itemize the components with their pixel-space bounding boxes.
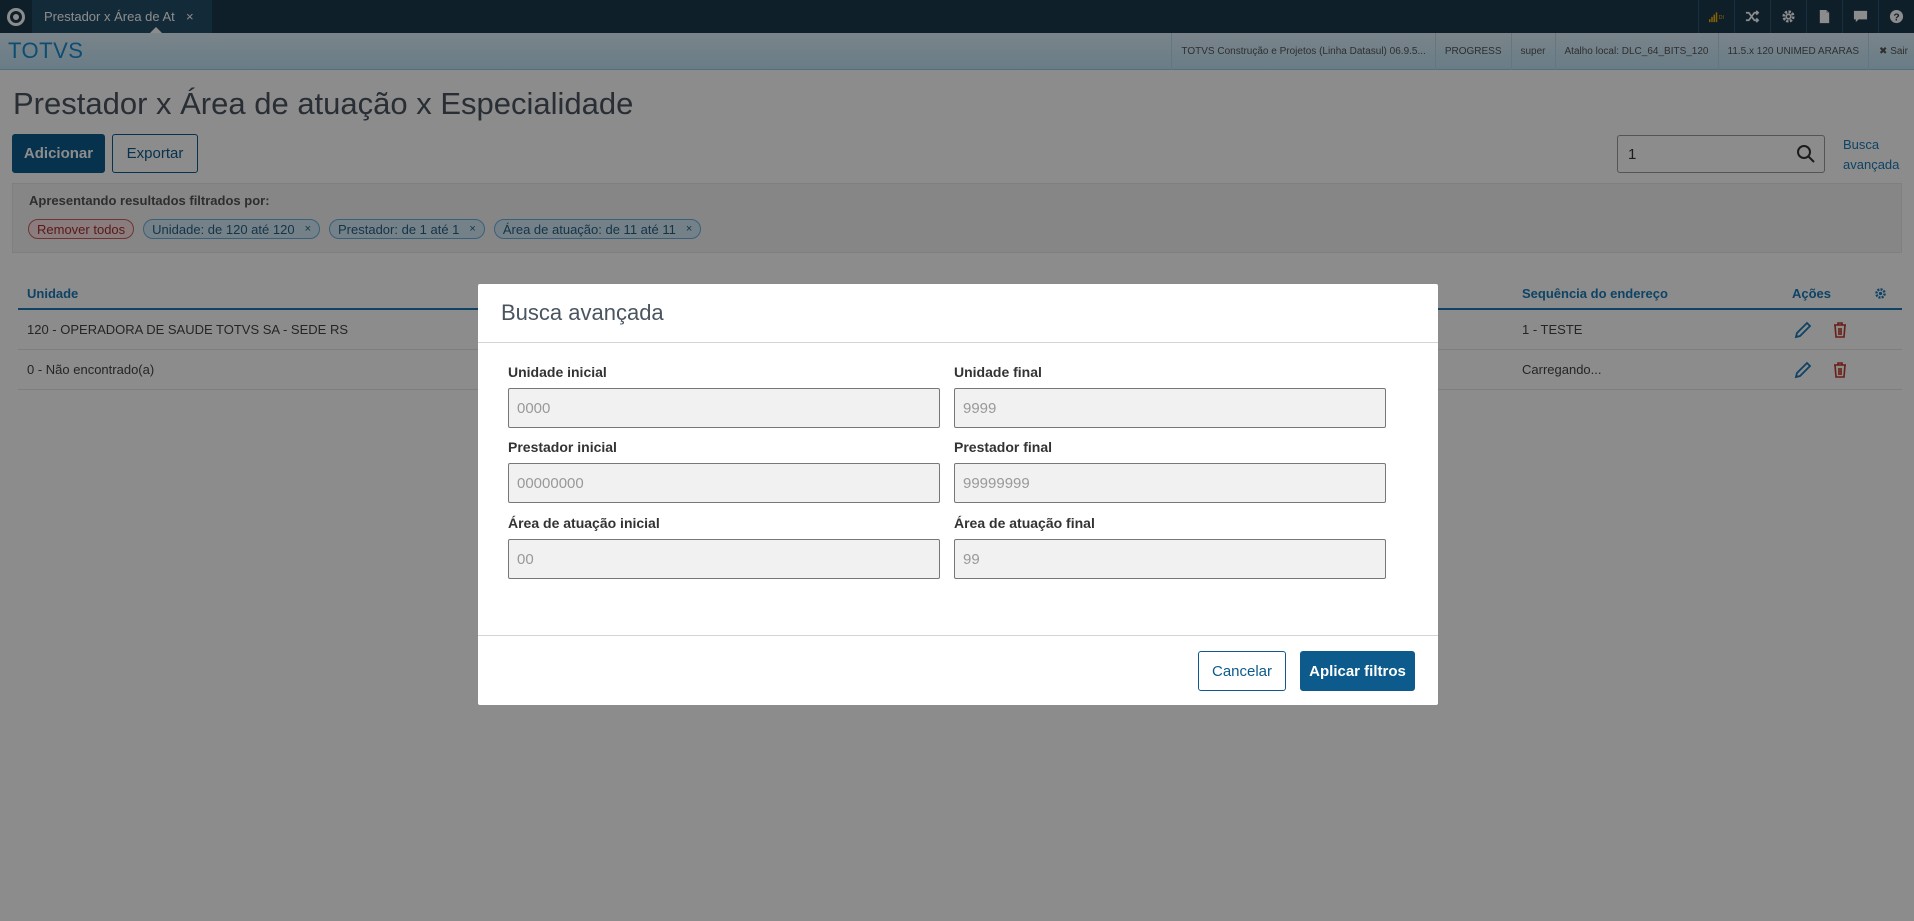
unidade-inicial-label: Unidade inicial xyxy=(508,364,607,380)
cancel-button[interactable]: Cancelar xyxy=(1198,651,1286,691)
area-inicial-label: Área de atuação inicial xyxy=(508,515,660,531)
unidade-final-field[interactable] xyxy=(954,388,1386,428)
unidade-inicial-field[interactable] xyxy=(508,388,940,428)
area-final-group: Área de atuação final xyxy=(954,515,1386,579)
prestador-inicial-label: Prestador inicial xyxy=(508,439,617,455)
unidade-final-label: Unidade final xyxy=(954,364,1042,380)
prestador-final-label: Prestador final xyxy=(954,439,1053,455)
prestador-final-field[interactable] xyxy=(954,463,1386,503)
advanced-search-modal: Busca avançada Unidade inicial Unidade f… xyxy=(478,284,1438,705)
unidade-final-group: Unidade final xyxy=(954,364,1386,428)
modal-title: Busca avançada xyxy=(501,300,664,325)
area-final-field[interactable] xyxy=(954,539,1386,579)
apply-filters-button[interactable]: Aplicar filtros xyxy=(1300,651,1415,691)
area-inicial-field[interactable] xyxy=(508,539,940,579)
unidade-inicial-group: Unidade inicial xyxy=(508,364,940,428)
prestador-inicial-field[interactable] xyxy=(508,463,940,503)
prestador-final-group: Prestador final xyxy=(954,439,1386,503)
area-inicial-group: Área de atuação inicial xyxy=(508,515,940,579)
area-final-label: Área de atuação final xyxy=(954,515,1095,531)
modal-header: Busca avançada xyxy=(478,284,1438,343)
prestador-inicial-group: Prestador inicial xyxy=(508,439,940,503)
modal-footer: Cancelar Aplicar filtros xyxy=(478,635,1438,705)
